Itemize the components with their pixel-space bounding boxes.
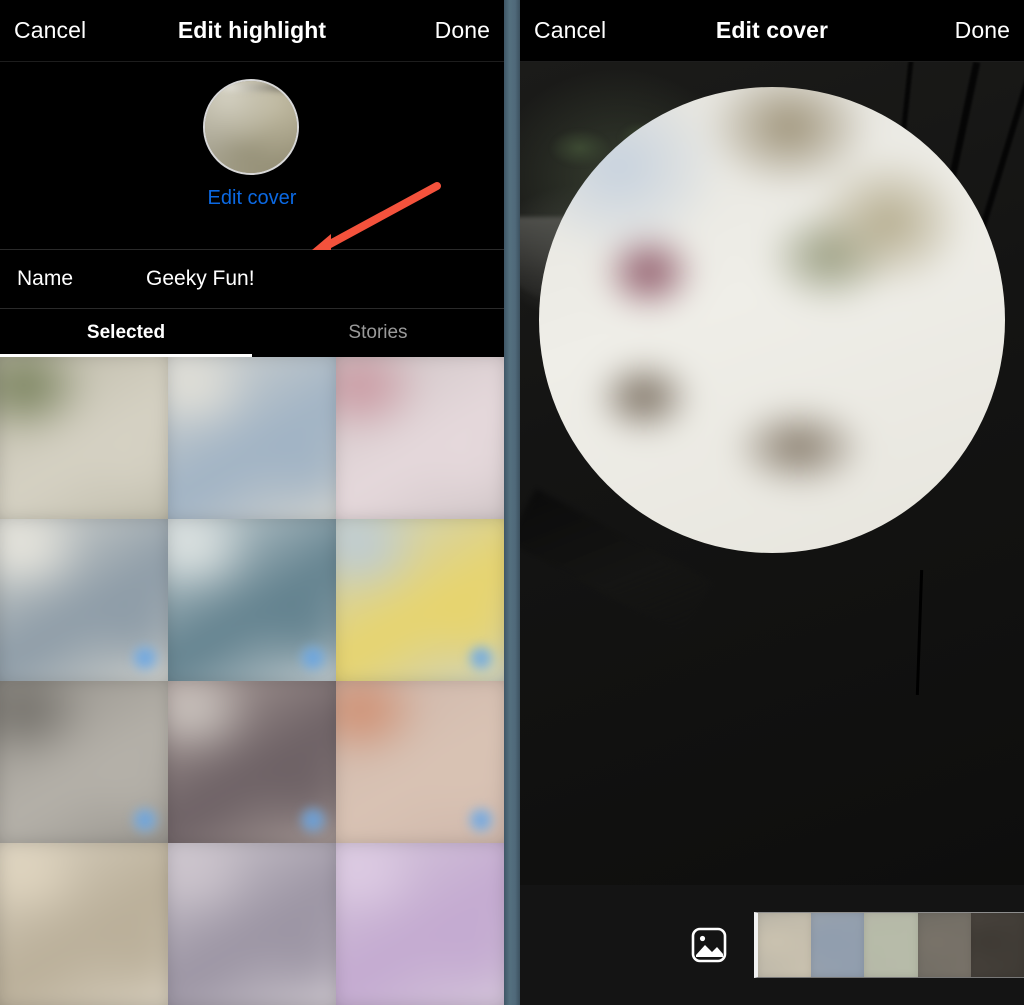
done-button[interactable]: Done — [955, 17, 1010, 44]
cover-section: Edit cover — [0, 62, 504, 263]
selection-check-icon — [132, 645, 158, 671]
selection-check-icon — [300, 645, 326, 671]
edit-highlight-navbar: Cancel Edit highlight Done — [0, 0, 504, 62]
grid-photo-cell[interactable] — [336, 519, 504, 681]
grid-photo-cell[interactable] — [168, 681, 336, 843]
grid-photo-image — [336, 843, 504, 1005]
cover-source-bar — [520, 885, 1024, 1005]
filmstrip-frame[interactable] — [970, 913, 1024, 977]
cancel-button[interactable]: Cancel — [534, 17, 606, 44]
grid-photo-cell[interactable] — [168, 519, 336, 681]
cover-crop-image — [539, 87, 1005, 553]
story-photo-grid — [0, 357, 504, 1005]
grid-photo-image — [336, 357, 504, 519]
filmstrip-frame-image — [864, 913, 918, 977]
selection-check-icon — [468, 807, 494, 833]
panel-divider — [504, 0, 520, 1005]
filmstrip-frame-image — [758, 913, 812, 977]
tab-selected-label: Selected — [86, 322, 166, 343]
grid-photo-image — [0, 357, 168, 519]
edit-cover-screen: Cancel Edit cover Done TIC, THO. — [520, 0, 1024, 1005]
edit-highlight-screen: Cancel Edit highlight Done Edit cover Na… — [0, 0, 504, 1005]
highlight-cover-thumbnail[interactable] — [203, 79, 299, 175]
photo-image-icon[interactable] — [690, 926, 728, 964]
grid-photo-image — [0, 843, 168, 1005]
cancel-button[interactable]: Cancel — [14, 17, 86, 44]
edit-cover-navbar: Cancel Edit cover Done — [520, 0, 1024, 62]
grid-photo-cell[interactable] — [336, 681, 504, 843]
cover-crop-circle[interactable] — [539, 87, 1005, 553]
grid-photo-cell[interactable] — [0, 843, 168, 1005]
selection-check-icon — [300, 807, 326, 833]
filmstrip-frame-image — [917, 913, 971, 977]
done-button[interactable]: Done — [435, 17, 490, 44]
grid-photo-image — [168, 843, 336, 1005]
selection-check-icon — [132, 807, 158, 833]
filmstrip-frame-image — [811, 913, 865, 977]
filmstrip-frame[interactable] — [864, 913, 918, 977]
cover-thumbnail-image — [205, 81, 297, 173]
name-input[interactable]: Geeky Fun! — [146, 267, 255, 291]
filmstrip-frame[interactable] — [758, 913, 812, 977]
filmstrip-frame-image — [970, 913, 1024, 977]
dual-screenshot-composite: Cancel Edit highlight Done Edit cover Na… — [0, 0, 1024, 1005]
name-field-row[interactable]: Name Geeky Fun! — [0, 250, 504, 309]
filmstrip-frame[interactable] — [917, 913, 971, 977]
tab-stories-label: Stories — [348, 322, 408, 343]
cover-crop-area[interactable]: TIC, THO. — [520, 62, 1024, 885]
selection-check-icon — [468, 645, 494, 671]
content-tabs: Selected Stories — [0, 309, 504, 357]
grid-photo-cell[interactable] — [168, 357, 336, 519]
grid-photo-cell[interactable] — [0, 519, 168, 681]
story-filmstrip[interactable] — [754, 912, 1024, 978]
grid-photo-cell[interactable] — [168, 843, 336, 1005]
grid-photo-cell[interactable] — [0, 681, 168, 843]
cover-thumbnail-highlight — [210, 84, 292, 91]
filmstrip-frame[interactable] — [811, 913, 865, 977]
tab-stories[interactable]: Stories — [252, 309, 504, 357]
tab-selected[interactable]: Selected — [0, 309, 252, 357]
name-label: Name — [17, 267, 74, 290]
grid-photo-cell[interactable] — [0, 357, 168, 519]
edit-cover-link[interactable]: Edit cover — [0, 187, 504, 210]
grid-photo-image — [168, 357, 336, 519]
grid-photo-cell[interactable] — [336, 843, 504, 1005]
grid-photo-cell[interactable] — [336, 357, 504, 519]
